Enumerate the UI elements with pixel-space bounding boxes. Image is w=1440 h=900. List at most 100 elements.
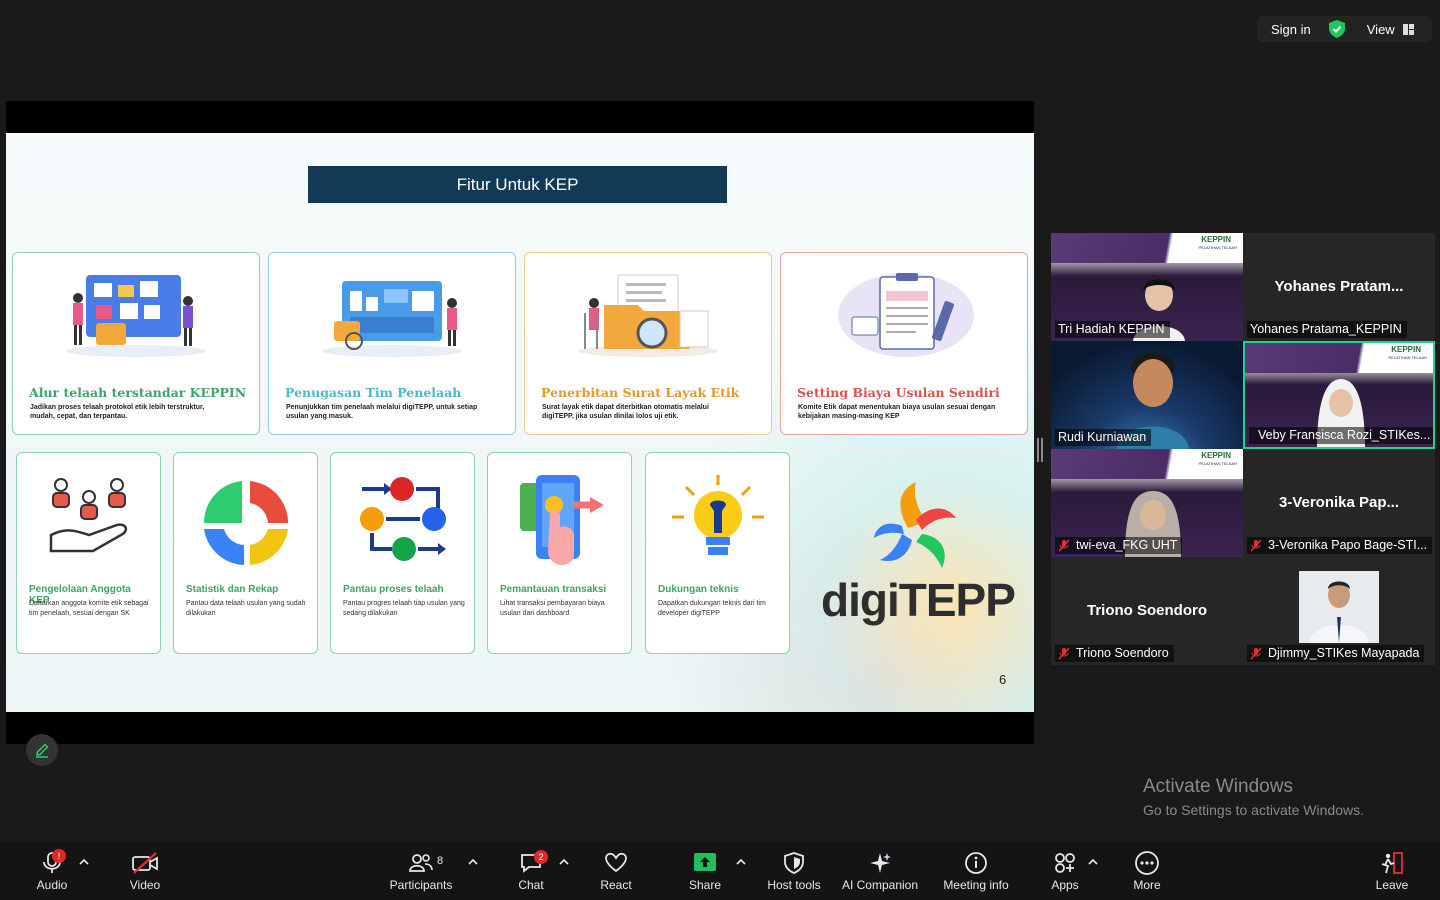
meeting-info-button[interactable]: Meeting info [940,842,1012,900]
share-button[interactable]: Share [684,842,726,900]
react-button[interactable]: React [594,842,638,900]
participant-nameplate: Veby Fransisca Rozi_STIKes... [1249,427,1433,444]
more-options-icon [1135,851,1159,875]
participant-tile[interactable]: KEPPIN PELATIHAN TELAAH Tri Hadiah KEPPI… [1051,233,1243,341]
feature-card-pantau-proses: Pantau proses telaah Pantau progres tela… [330,452,475,654]
apps-options-caret-icon[interactable] [1088,858,1098,866]
participant-tile-active-speaker[interactable]: KEPPIN PELATIHAN TELAAH Veby Fransisca R… [1243,341,1435,449]
audio-label: Audio [36,878,68,892]
muted-mic-icon [1058,646,1070,660]
card-description: Lihat transaksi pembayaran biaya usulan … [500,600,605,617]
card-title: Dukungan teknis [658,584,739,595]
view-grid-icon[interactable] [1402,23,1414,35]
clipboard-invoice-illustration [838,273,974,357]
slide-title: Fitur Untuk KEP [308,166,727,203]
apps-button[interactable]: Apps [1044,842,1086,900]
ai-companion-button[interactable]: AI Companion [840,842,920,900]
card-description: Jadikan proses telaah protokol etik lebi… [30,404,205,420]
participants-button[interactable]: Participants 8 [386,842,456,900]
video-button[interactable]: Video [120,842,170,900]
participant-nameplate: Tri Hadiah KEPPIN [1055,321,1170,338]
participant-tile[interactable]: Rudi Kurniawan [1051,341,1243,449]
activate-windows-subtitle: Go to Settings to activate Windows. [1143,802,1364,818]
audio-alert-badge: ! [52,849,66,863]
chat-unread-badge: 2 [534,850,548,864]
banner-subtitle: PELATIHAN TELAAH [1198,245,1237,250]
participant-nameplate: Yohanes Pratama_KEPPIN [1247,321,1407,338]
banner-subtitle: PELATIHAN TELAAH [1198,461,1237,466]
participant-tile[interactable]: 3-Veronika Pap... 3-Veronika Papo Bage-S… [1243,449,1435,557]
participant-name: Rudi Kurniawan [1058,430,1147,444]
panel-resize-handle[interactable] [1037,438,1043,462]
host-shield-icon [784,852,804,874]
slide-page-number: 6 [999,672,1007,687]
card-description: Penunjukkan tim penelaah melalui digiTEP… [286,404,478,420]
shared-screen: Fitur Untuk KEP Alur telaah terstandar K… [6,101,1034,744]
card-description: Pantau data telaah usulan yang sudah dil… [186,600,306,617]
share-options-caret-icon[interactable] [736,858,746,866]
card-title: Setting Biaya Usulan Sendiri [797,385,1000,400]
document-folder-illustration [578,274,718,357]
apps-icon [1055,853,1075,873]
encryption-shield-icon[interactable] [1328,20,1345,38]
participant-nameplate: Rudi Kurniawan [1055,429,1152,446]
audio-options-caret-icon[interactable] [79,858,89,866]
participant-tile[interactable]: Yohanes Pratam... Yohanes Pratama_KEPPIN [1243,233,1435,341]
zoom-meeting-window: Sign in View Fitur Untuk KEP Alur telaah… [0,0,1440,900]
audio-button[interactable]: Audio ! [28,842,76,900]
participant-tile[interactable]: Djimmy_STIKes Mayapada [1243,557,1435,665]
participant-tile[interactable]: KEPPIN PELATIHAN TELAAH twi-eva_FKG UHT [1051,449,1243,557]
kanban-board-illustration [66,275,206,357]
sign-in-link[interactable]: Sign in [1271,22,1311,37]
host-tools-button[interactable]: Host tools [764,842,824,900]
participant-nameplate: Djimmy_STIKes Mayapada [1247,645,1425,662]
phone-transaction-icon [519,475,604,565]
video-off-icon [132,852,158,874]
view-menu-label[interactable]: View [1367,22,1395,37]
more-label: More [1133,878,1161,892]
lightbulb-wrench-icon [671,475,764,555]
feature-card-penugasan: Penugasan Tim Penelaah Penunjukkan tim p… [268,252,516,435]
pie-chart-icon [203,481,288,565]
participant-nameplate: 3-Veronika Papo Bage-STI... [1247,537,1433,554]
participants-label: Participants [389,878,453,892]
card-description: Daftarkan anggota komite etik sebagai ti… [29,600,149,617]
muted-mic-icon [1250,538,1262,552]
participants-icon [409,854,433,872]
participant-name: Djimmy_STIKes Mayapada [1268,646,1420,660]
participant-name: twi-eva_FKG UHT [1076,538,1178,552]
card-title: Pemantauan transaksi [500,584,607,595]
ai-companion-label: AI Companion [841,878,919,892]
participants-options-caret-icon[interactable] [468,858,478,866]
annotate-button[interactable] [26,734,58,766]
card-description: Komite Etik dapat menentukan biaya usula… [798,404,996,420]
leave-exit-icon [1381,852,1403,874]
info-icon [965,852,987,874]
leave-button[interactable]: Leave [1372,842,1412,900]
banner-logo-text: KEPPIN [1201,235,1231,244]
participant-tile[interactable]: Triono Soendoro Triono Soendoro [1051,557,1243,665]
participant-nameplate: Triono Soendoro [1055,645,1174,662]
chat-button[interactable]: Chat 2 [510,842,552,900]
more-button[interactable]: More [1126,842,1168,900]
apps-label: Apps [1051,878,1079,892]
card-title: Penerbitan Surat Layak Etik [541,385,740,400]
card-title: Pantau proses telaah [343,584,444,595]
pencil-icon [36,743,49,758]
participant-gallery: KEPPIN PELATIHAN TELAAH Tri Hadiah KEPPI… [1051,233,1435,665]
chat-options-caret-icon[interactable] [559,858,569,866]
participant-name: Tri Hadiah KEPPIN [1058,322,1165,336]
activate-windows-title: Activate Windows [1143,776,1293,797]
team-members-icon [49,478,127,553]
participant-display-name: Yohanes Pratam... [1274,278,1404,295]
card-title: Penugasan Tim Penelaah [285,385,462,400]
heart-icon [605,852,627,873]
share-screen-icon [694,853,716,871]
process-flow-icon [359,477,446,561]
participant-name: 3-Veronika Papo Bage-STI... [1268,538,1428,552]
presentation-slide: Fitur Untuk KEP Alur telaah terstandar K… [6,133,1034,712]
feature-card-pengelolaan-anggota: Pengelolaan Anggota KEP Daftarkan anggot… [16,452,161,654]
participant-count: 8 [437,855,444,867]
participant-profile-photo [1299,571,1379,643]
digitepp-logo-mark [874,482,956,568]
